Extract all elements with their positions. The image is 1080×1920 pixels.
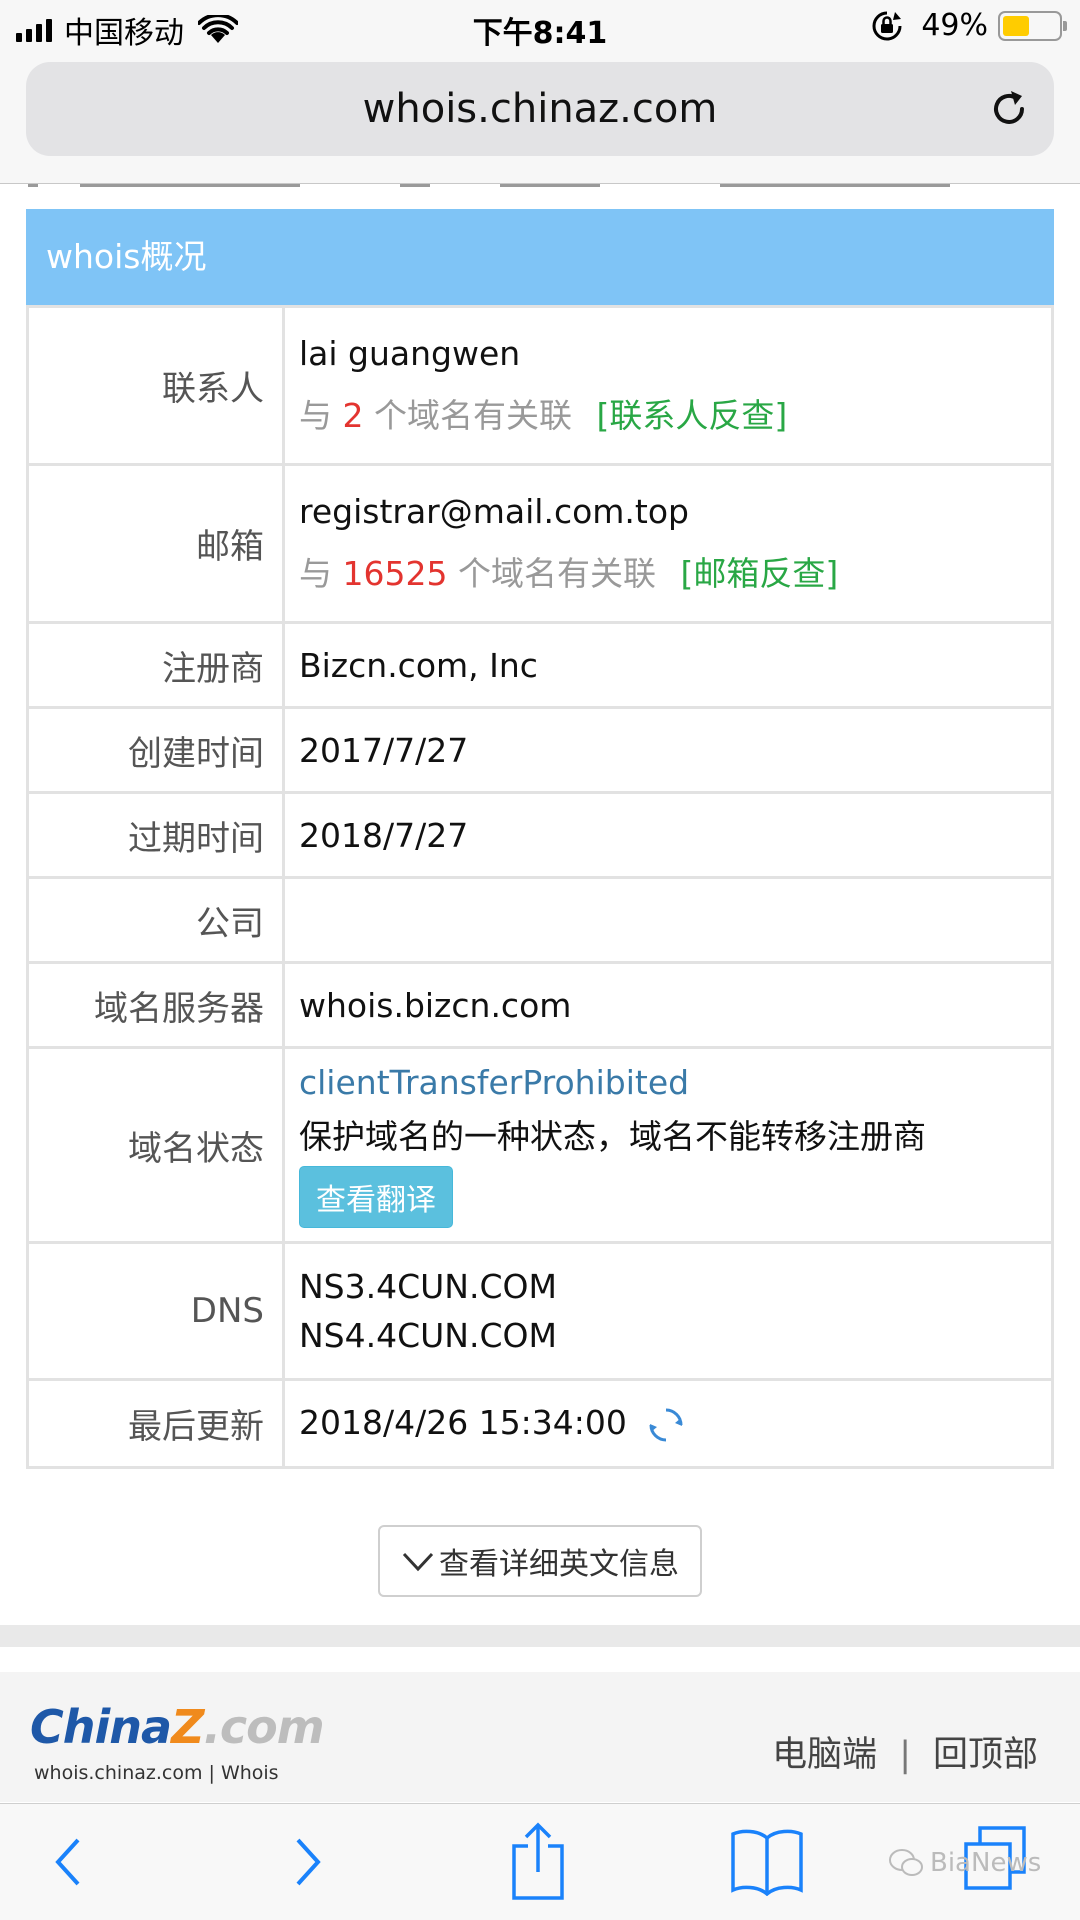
- assoc-prefix: 与: [299, 554, 332, 593]
- section-divider: [0, 1625, 1080, 1647]
- footer-divider: |: [899, 1735, 911, 1775]
- back-to-top-link[interactable]: 回顶部: [933, 1735, 1038, 1775]
- reload-icon[interactable]: [986, 86, 1032, 132]
- desktop-version-link[interactable]: 电脑端: [772, 1735, 877, 1775]
- expires-value: 2018/7/27: [282, 791, 1054, 879]
- battery-icon: [998, 10, 1067, 41]
- table-row-last-update: 最后更新 2018/4/26 15:34:00: [26, 1378, 1054, 1469]
- status-right: 49%: [871, 8, 1067, 43]
- scrolled-content-edge: [0, 184, 1080, 192]
- chevron-down-icon: [402, 1552, 434, 1572]
- browser-url-area: whois.chinaz.com: [0, 52, 1080, 184]
- created-label: 创建时间: [26, 706, 285, 794]
- logo-text-china: China: [30, 1700, 172, 1754]
- table-row-contact: 联系人 lai guangwen 与 2 个域名有关联 [联系人反查]: [26, 305, 1054, 466]
- contact-association: 与 2 个域名有关联 [联系人反查]: [299, 389, 1051, 437]
- whois-server-label: 域名服务器: [26, 961, 285, 1049]
- table-row-registrar: 注册商 Bizcn.com, Inc: [26, 621, 1054, 709]
- contact-value: lai guangwen: [299, 334, 521, 373]
- last-update-value: 2018/4/26 15:34:00: [299, 1403, 627, 1443]
- translate-button[interactable]: 查看翻译: [299, 1165, 453, 1228]
- assoc-suffix: 个域名有关联: [374, 396, 572, 435]
- registrar-label: 注册商: [26, 621, 285, 709]
- chinaz-logo[interactable]: ChinaZ.com: [30, 1700, 325, 1754]
- logo-text-com: .com: [203, 1700, 324, 1754]
- contact-label: 联系人: [26, 305, 285, 466]
- assoc-suffix: 个域名有关联: [457, 554, 656, 593]
- logo-subtitle: whois.chinaz.com | Whois: [34, 1762, 279, 1784]
- created-value: 2017/7/27: [282, 706, 1054, 794]
- battery-percent: 49%: [921, 8, 988, 43]
- domain-status-code[interactable]: clientTransferProhibited: [299, 1063, 1051, 1102]
- last-update-cell: 2018/4/26 15:34:00: [282, 1378, 1054, 1469]
- address-bar[interactable]: whois.chinaz.com: [26, 62, 1054, 156]
- bookmarks-icon[interactable]: [730, 1826, 804, 1896]
- expires-label: 过期时间: [26, 791, 285, 879]
- refresh-spinner-icon[interactable]: [647, 1406, 685, 1444]
- email-value: registrar@mail.com.top: [299, 492, 689, 531]
- watermark: BiaNews: [888, 1848, 1041, 1878]
- table-row-expires: 过期时间 2018/7/27: [26, 791, 1054, 879]
- dns-label: DNS: [26, 1241, 285, 1381]
- company-value: [282, 876, 1054, 964]
- table-row-domain-status: 域名状态 clientTransferProhibited 保护域名的一种状态，…: [26, 1046, 1054, 1244]
- footer-links: 电脑端 | 回顶部: [772, 1726, 1038, 1777]
- watermark-text: BiaNews: [930, 1848, 1042, 1878]
- table-row-dns: DNS NS3.4CUN.COM NS4.4CUN.COM: [26, 1241, 1054, 1381]
- email-association: 与 16525 个域名有关联 [邮箱反查]: [299, 547, 1051, 595]
- rotation-lock-icon: [872, 11, 902, 40]
- company-label: 公司: [26, 876, 285, 964]
- table-row-created: 创建时间 2017/7/27: [26, 706, 1054, 794]
- back-icon[interactable]: [48, 1832, 88, 1892]
- email-domain-count: 16525: [342, 554, 448, 593]
- url-text[interactable]: whois.chinaz.com: [26, 86, 1054, 132]
- dns-cell: NS3.4CUN.COM NS4.4CUN.COM: [282, 1241, 1054, 1381]
- registrar-value: Bizcn.com, Inc: [282, 621, 1054, 709]
- contact-reverse-lookup-link[interactable]: [联系人反查]: [597, 396, 788, 435]
- view-english-details-label: 查看详细英文信息: [439, 1547, 679, 1582]
- email-cell: registrar@mail.com.top 与 16525 个域名有关联 [邮…: [282, 463, 1054, 624]
- whois-table: 联系人 lai guangwen 与 2 个域名有关联 [联系人反查] 邮箱 r…: [26, 305, 1054, 1469]
- contact-domain-count: 2: [342, 396, 364, 435]
- site-footer: ChinaZ.com whois.chinaz.com | Whois 电脑端 |…: [0, 1672, 1080, 1802]
- dns-server-2: NS4.4CUN.COM: [299, 1316, 557, 1355]
- share-icon[interactable]: [508, 1822, 568, 1902]
- dns-server-1: NS3.4CUN.COM: [299, 1267, 557, 1306]
- battery-fill: [1003, 15, 1030, 36]
- domain-status-cell: clientTransferProhibited 保护域名的一种状态，域名不能转…: [282, 1046, 1054, 1244]
- domain-status-label: 域名状态: [26, 1046, 285, 1244]
- table-row-whois-server: 域名服务器 whois.bizcn.com: [26, 961, 1054, 1049]
- email-reverse-lookup-link[interactable]: [邮箱反查]: [680, 554, 838, 593]
- wechat-icon: [889, 1849, 923, 1876]
- last-update-label: 最后更新: [26, 1378, 285, 1469]
- domain-status-description: 保护域名的一种状态，域名不能转移注册商: [299, 1116, 926, 1156]
- whois-server-value: whois.bizcn.com: [282, 961, 1054, 1049]
- assoc-prefix: 与: [299, 396, 332, 435]
- view-english-details-button[interactable]: 查看详细英文信息: [378, 1525, 702, 1597]
- table-row-company: 公司: [26, 876, 1054, 964]
- whois-panel: whois概况 联系人 lai guangwen 与 2 个域名有关联 [联系人…: [26, 209, 1054, 1469]
- whois-panel-header: whois概况: [26, 209, 1054, 305]
- status-bar: 中国移动 下午8:41 49%: [0, 0, 1080, 52]
- email-label: 邮箱: [26, 463, 285, 624]
- table-row-email: 邮箱 registrar@mail.com.top 与 16525 个域名有关联…: [26, 463, 1054, 624]
- logo-text-z: Z: [171, 1700, 204, 1754]
- forward-icon[interactable]: [288, 1832, 328, 1892]
- contact-cell: lai guangwen 与 2 个域名有关联 [联系人反查]: [282, 305, 1054, 466]
